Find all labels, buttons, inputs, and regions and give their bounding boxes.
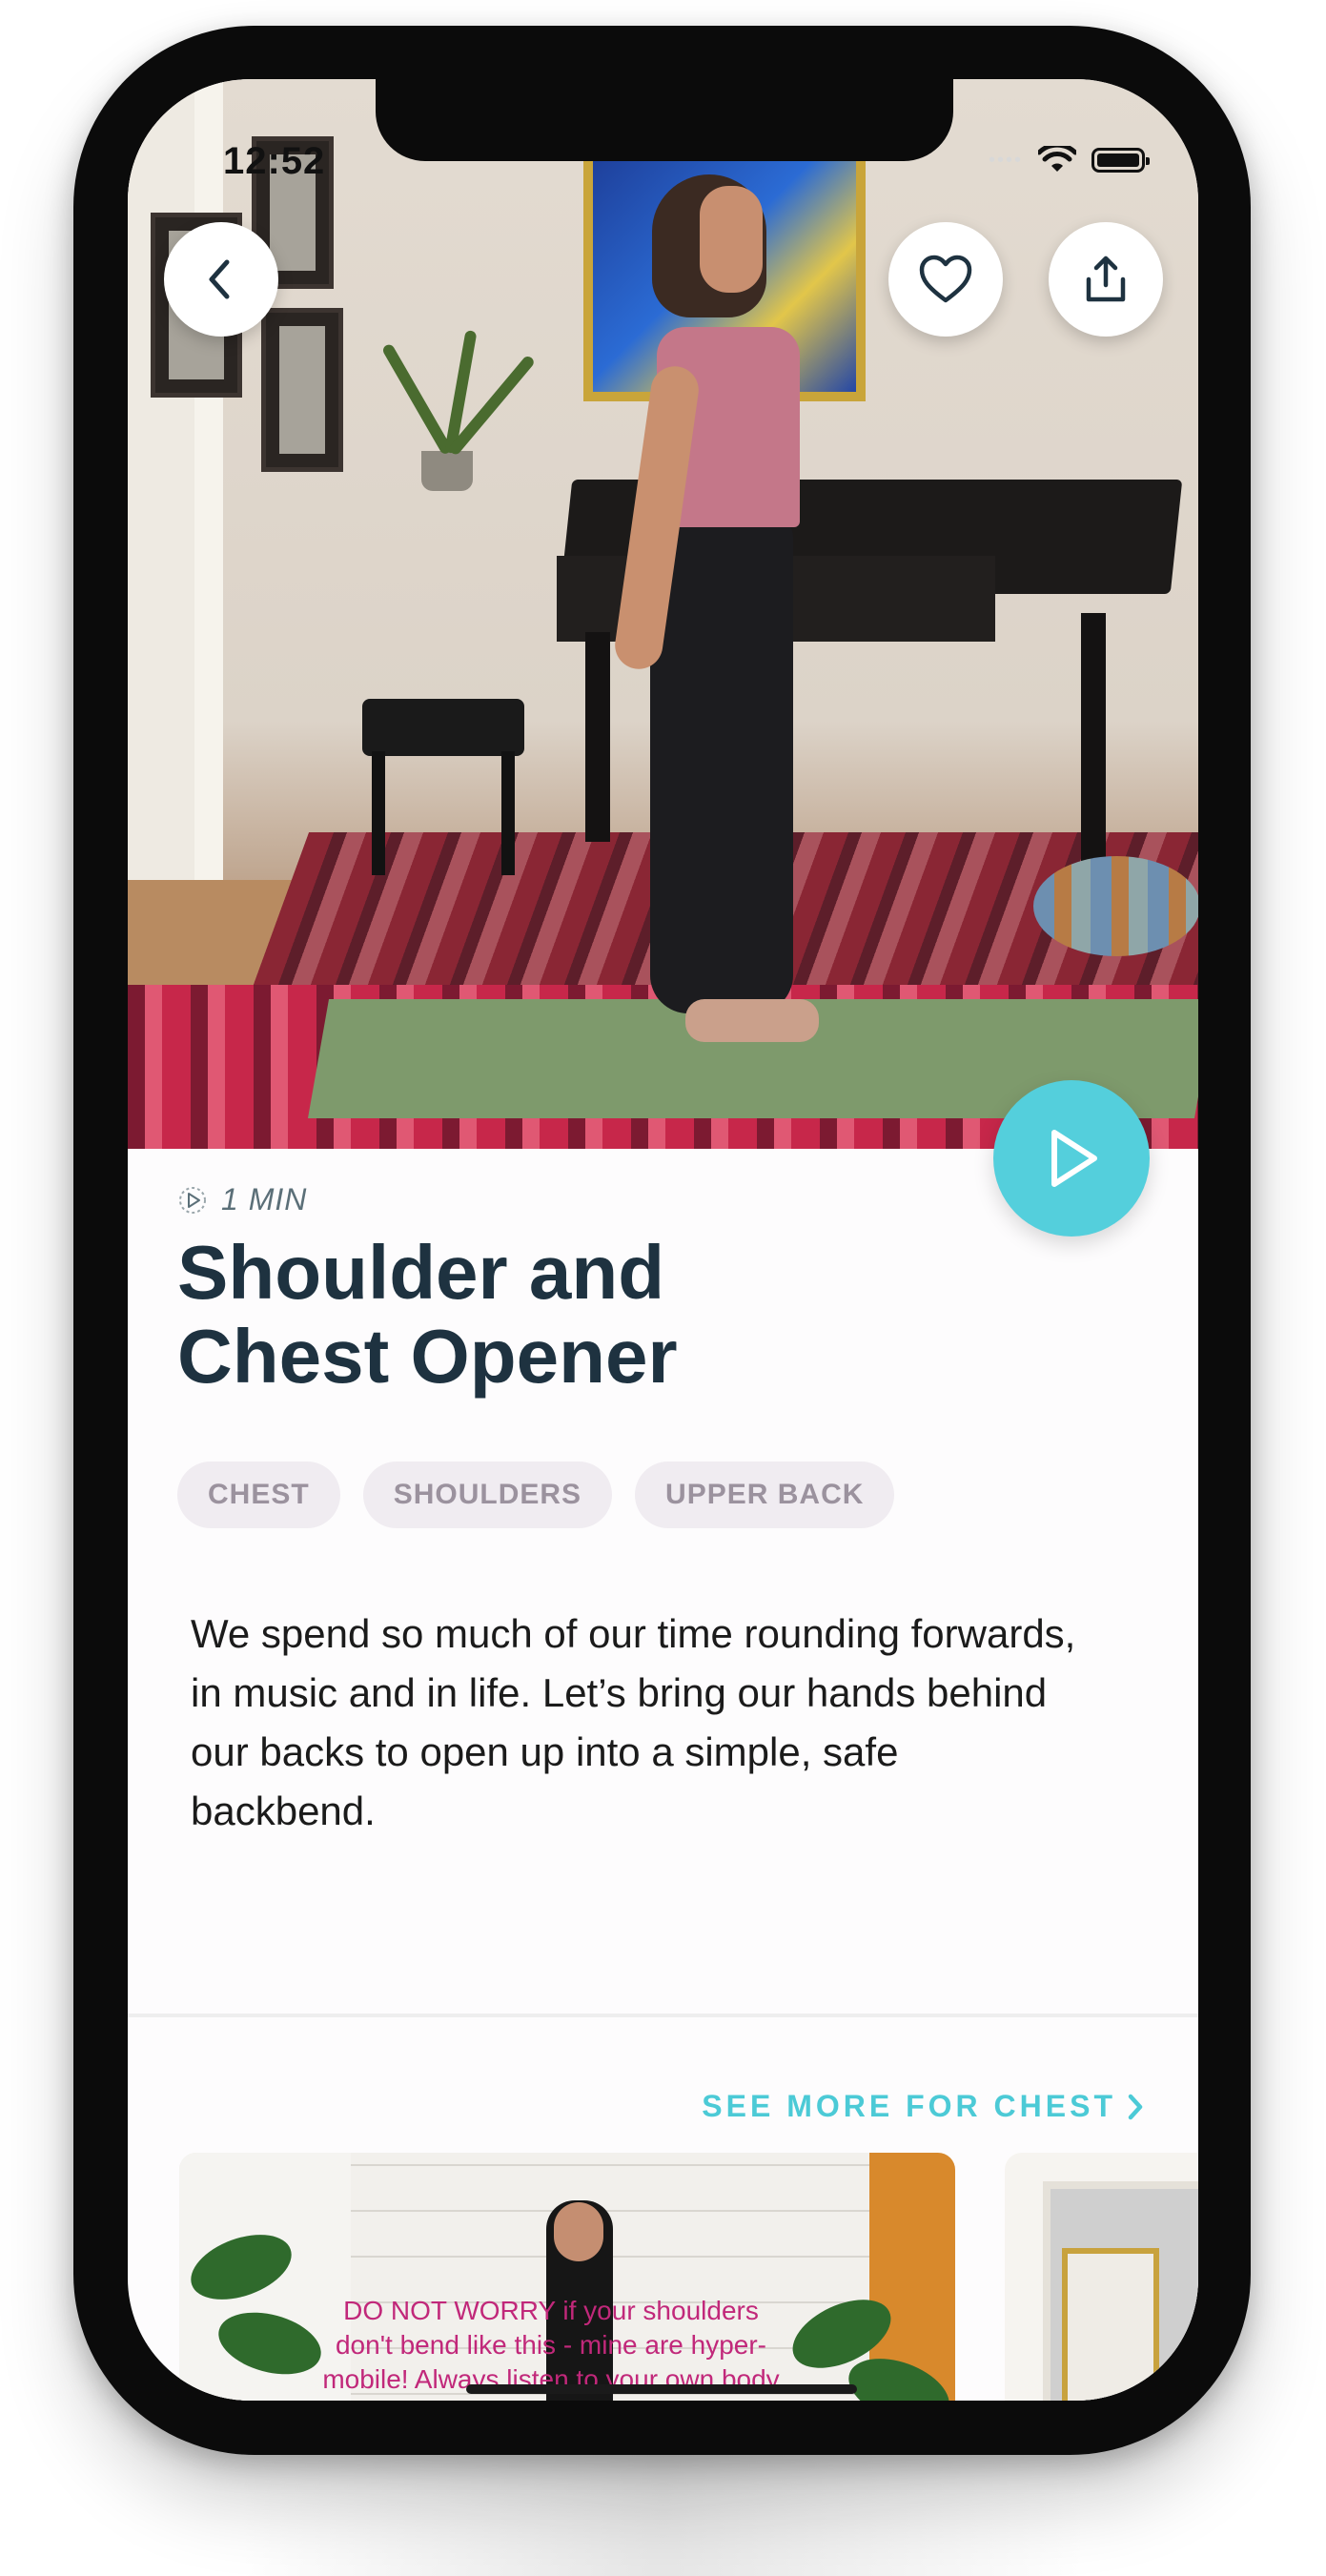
home-indicator[interactable] bbox=[466, 2384, 857, 2394]
timer-icon bbox=[179, 1186, 206, 1214]
exercise-description: We spend so much of our time rounding fo… bbox=[191, 1611, 1076, 1833]
duration-row: 1 MIN bbox=[177, 1182, 307, 1217]
tag-list: CHEST SHOULDERS UPPER BACK bbox=[177, 1462, 895, 1528]
see-more-link[interactable]: SEE MORE FOR CHEST bbox=[702, 2089, 1145, 2124]
cellular-signal-icon: •••• bbox=[988, 149, 1023, 171]
plant bbox=[421, 451, 473, 491]
wall-frame bbox=[261, 308, 343, 472]
share-button[interactable] bbox=[1049, 222, 1163, 337]
status-time: 12:52 bbox=[223, 140, 326, 182]
favorite-button[interactable] bbox=[888, 222, 1003, 337]
exercise-title: Shoulder and Chest Opener bbox=[177, 1231, 902, 1399]
chevron-right-icon bbox=[1128, 2094, 1143, 2119]
chevron-left-icon bbox=[209, 259, 230, 299]
tag-upper-back[interactable]: UPPER BACK bbox=[635, 1462, 895, 1528]
share-icon bbox=[1086, 256, 1126, 302]
section-divider bbox=[128, 2014, 1198, 2017]
status-icons: •••• bbox=[988, 146, 1150, 174]
back-button[interactable] bbox=[164, 222, 278, 337]
wifi-icon bbox=[1038, 146, 1076, 172]
related-exercise-card[interactable]: DO NOT WORRY if your shoulders don't ben… bbox=[179, 2153, 955, 2401]
phone-frame: 12:52 •••• 1 MIN Shoulder and Chest Open… bbox=[73, 26, 1251, 2455]
exercise-video-thumbnail[interactable] bbox=[128, 79, 1198, 1149]
see-more-label: SEE MORE FOR CHEST bbox=[702, 2089, 1116, 2123]
exercise-title-line2: Chest Opener bbox=[177, 1314, 678, 1399]
piano-bench bbox=[362, 699, 524, 756]
tag-chest[interactable]: CHEST bbox=[177, 1462, 340, 1528]
instructor bbox=[700, 186, 763, 293]
play-icon bbox=[1051, 1130, 1097, 1187]
duration-label: 1 MIN bbox=[221, 1182, 308, 1216]
tag-shoulders[interactable]: SHOULDERS bbox=[362, 1462, 613, 1528]
exercise-title-line1: Shoulder and bbox=[177, 1230, 665, 1315]
heart-icon bbox=[919, 255, 972, 303]
related-exercise-card[interactable] bbox=[1005, 2153, 1198, 2401]
app-screen: 12:52 •••• 1 MIN Shoulder and Chest Open… bbox=[128, 79, 1198, 2401]
battery-icon bbox=[1091, 148, 1150, 173]
pouf bbox=[1033, 856, 1198, 956]
play-button[interactable] bbox=[993, 1080, 1150, 1237]
device-notch bbox=[376, 79, 953, 161]
